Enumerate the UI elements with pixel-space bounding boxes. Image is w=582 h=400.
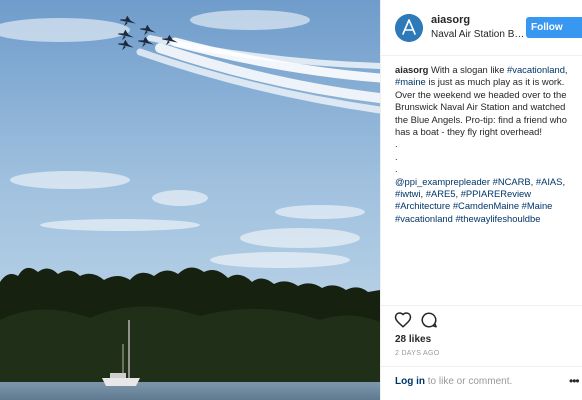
caption-line: Brunswick Naval Air Station and watched <box>395 101 566 113</box>
avatar[interactable] <box>395 14 423 42</box>
aias-logo-icon <box>395 14 423 42</box>
caption-dot: . <box>395 150 398 162</box>
like-button[interactable] <box>394 311 412 329</box>
header-username[interactable]: aiasorg <box>431 14 470 26</box>
caption-text: is just as much play as it is work. <box>425 76 565 88</box>
caption-line: has a boat - they fly right overhead! <box>395 126 542 138</box>
header-location[interactable]: Naval Air Station Bru... <box>431 29 526 40</box>
caption-line: aiasorg With a slogan like #vacationland… <box>395 64 581 76</box>
hashtag-link[interactable]: #Architecture <box>395 200 450 211</box>
post-side-panel: aiasorg Naval Air Station Bru... Follow … <box>380 0 582 400</box>
caption-line: Over the weekend we headed over to the <box>395 88 567 100</box>
post-header: aiasorg Naval Air Station Bru... Follow <box>381 0 582 56</box>
follow-button[interactable]: Follow <box>526 17 582 38</box>
login-link[interactable]: Log in <box>395 376 425 387</box>
heart-outline-icon <box>394 312 412 328</box>
hashtag-link[interactable]: #thewaylifeshouldbe <box>455 213 540 224</box>
blue-angels-photo <box>0 0 380 400</box>
post-timestamp[interactable]: 2 DAYS AGO <box>395 350 440 357</box>
caption-username[interactable]: aiasorg <box>395 64 428 75</box>
caption-line: #iwtwi, #ARE5, #PPIAREReview <box>395 188 581 200</box>
hashtag-link[interactable]: #maine <box>395 76 426 87</box>
hashtag-link[interactable]: #ARE5 <box>426 188 456 199</box>
caption-line: #maine is just as much play as it is wor… <box>395 76 581 88</box>
hashtag-link[interactable]: #vacationland <box>507 64 565 75</box>
hashtag-link[interactable]: #CamdenMaine <box>453 200 519 211</box>
post-caption: aiasorg With a slogan like #vacationland… <box>395 64 581 225</box>
mention-link[interactable]: @ppi_examprepleader <box>395 176 490 187</box>
caption-line: #vacationland #thewaylifeshouldbe <box>395 213 581 225</box>
caption-text: With a slogan like <box>428 64 508 75</box>
hashtag-link[interactable]: #vacationland <box>395 213 453 224</box>
caption-dot: . <box>395 138 398 150</box>
post-photo[interactable] <box>0 0 380 400</box>
harbor-water <box>0 382 380 400</box>
caption-line: #Architecture #CamdenMaine #Maine <box>395 200 581 212</box>
hashtag-link[interactable]: #PPIAREReview <box>461 188 531 199</box>
comment-button[interactable] <box>420 311 438 329</box>
caption-dot: . <box>395 163 398 175</box>
login-prompt: Log in to like or comment. <box>395 376 512 387</box>
hashtag-link[interactable]: #AIAS <box>536 176 563 187</box>
caption-line: the Blue Angels. Pro-tip: find a friend … <box>395 113 567 125</box>
divider <box>381 305 582 306</box>
instagram-post: aiasorg Naval Air Station Bru... Follow … <box>0 0 582 400</box>
comment-bubble-icon <box>421 312 437 328</box>
hashtag-link[interactable]: #NCARB <box>493 176 531 187</box>
more-options-icon[interactable]: ••• <box>569 374 580 388</box>
login-prompt-text: to like or comment. <box>425 376 513 387</box>
hashtag-link[interactable]: #Maine <box>522 200 553 211</box>
caption-separator: , <box>562 175 566 187</box>
hashtag-link[interactable]: #iwtwi <box>395 188 421 199</box>
caption-text: , <box>564 64 568 75</box>
caption-line: @ppi_examprepleader #NCARB, #AIAS, <box>395 176 581 188</box>
divider <box>381 366 582 367</box>
likes-count[interactable]: 28 likes <box>395 334 431 345</box>
